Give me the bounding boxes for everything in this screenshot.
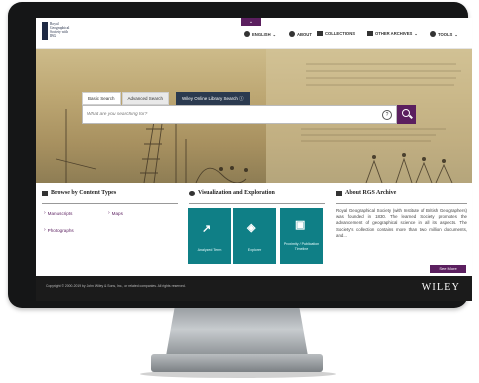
browser-screen: Royal Geographical Society with IBG ⌄ EN… — [36, 18, 472, 301]
tile-analyzed-term-label: Analyzed Term — [197, 248, 222, 252]
top-header: Royal Geographical Society with IBG ⌄ EN… — [36, 18, 472, 49]
chevron-down-icon: ⌄ — [272, 31, 277, 37]
logo-text: Royal Geographical Society with IBG — [50, 22, 70, 38]
help-icon[interactable]: ? — [382, 110, 392, 120]
nav-about-label: ABOUT — [297, 31, 312, 37]
wiley-logo[interactable]: WILEY — [422, 282, 460, 293]
about-title: About RGS Archive — [345, 190, 397, 196]
rgs-logo[interactable]: Royal Geographical Society with IBG — [42, 22, 70, 42]
browse-photographs-label: Photographs — [47, 227, 74, 233]
visualization-panel-title: Visualization and Exploration — [189, 190, 275, 196]
collections-icon — [317, 31, 323, 36]
browse-title: Browse by Content Types — [51, 190, 117, 196]
divider — [42, 203, 178, 204]
see-more-button[interactable]: See More — [430, 265, 466, 273]
book-icon — [336, 190, 342, 196]
nav-english[interactable]: ENGLISH ⌄ — [244, 31, 276, 37]
tile-proximity-timeline[interactable]: ▣ Proximity / Publication Timeline — [280, 208, 323, 264]
about-description: Royal Geographical Society (with Institu… — [336, 208, 467, 238]
chevron-down-icon: ⌄ — [454, 31, 458, 37]
tab-wiley-online-library-search[interactable]: Wiley Online Library Search ⓘ — [176, 92, 250, 105]
tile-explorer[interactable]: ◈ Explorer — [233, 208, 276, 264]
visualization-title: Visualization and Exploration — [198, 190, 275, 196]
gear-icon — [430, 31, 436, 37]
rgs-emblem-icon — [42, 22, 48, 40]
compass-icon — [189, 190, 195, 196]
tile-proximity-timeline-label: Proximity / Publication Timeline — [283, 242, 320, 251]
search-tabs: Basic Search Advanced Search Wiley Onlin… — [82, 92, 250, 105]
chevron-down-icon[interactable]: ⌄ — [241, 18, 261, 26]
tab-basic-search[interactable]: Basic Search — [82, 92, 121, 105]
tab-advanced-search[interactable]: Advanced Search — [121, 92, 170, 105]
trend-icon: ↗ — [202, 223, 212, 235]
browse-photographs-link[interactable]: › Photographs — [44, 227, 74, 233]
search-box: ? — [82, 105, 397, 124]
divider — [189, 203, 325, 204]
archives-icon — [367, 31, 373, 36]
chevron-down-icon: ⌄ — [414, 31, 418, 36]
browse-panel-title: Browse by Content Types — [42, 190, 116, 196]
compass-icon: ◈ — [247, 222, 256, 234]
nav-other-archives-label: OTHER ARCHIVES — [375, 31, 413, 36]
chevron-right-icon: › — [44, 227, 46, 233]
chevron-right-icon: › — [44, 210, 46, 216]
tile-analyzed-term[interactable]: ↗ Analyzed Term — [188, 208, 231, 264]
help-icon: ⓘ — [239, 96, 244, 101]
chevron-right-icon: › — [108, 210, 110, 216]
nav-english-label: ENGLISH — [252, 31, 271, 37]
browse-manuscripts-label: Manuscripts — [47, 210, 73, 216]
about-panel-title: About RGS Archive — [336, 190, 396, 196]
globe-icon — [244, 31, 250, 37]
search-input[interactable] — [87, 106, 377, 123]
tab-wol-label: Wiley Online Library Search — [182, 96, 238, 101]
browse-maps-link[interactable]: › Maps — [108, 210, 123, 216]
browse-maps-label: Maps — [111, 210, 123, 216]
nav-other-archives[interactable]: OTHER ARCHIVES ⌄ — [367, 31, 418, 36]
nav-collections[interactable]: COLLECTIONS — [317, 31, 355, 36]
footer: Copyright © 2000-2019 by John Wiley & So… — [36, 276, 472, 301]
document-search-icon: ▣ — [295, 219, 306, 231]
monitor-bezel: Royal Geographical Society with IBG ⌄ EN… — [8, 2, 472, 308]
search-button[interactable] — [397, 105, 416, 124]
divider — [336, 203, 467, 204]
nav-collections-label: COLLECTIONS — [325, 31, 356, 36]
info-icon — [289, 31, 295, 37]
nav-tools-label: TOOLS — [438, 31, 453, 37]
tile-explorer-label: Explorer — [247, 248, 262, 252]
monitor-base — [151, 354, 323, 372]
nav-tools[interactable]: TOOLS ⌄ — [430, 31, 458, 37]
nav-about[interactable]: ABOUT — [289, 31, 312, 37]
folder-icon — [42, 190, 48, 196]
hero-banner: Basic Search Advanced Search Wiley Onlin… — [36, 49, 472, 183]
monitor-stand — [166, 308, 308, 356]
copyright-text: Copyright © 2000-2019 by John Wiley & So… — [46, 284, 186, 288]
browse-manuscripts-link[interactable]: › Manuscripts — [44, 210, 72, 216]
